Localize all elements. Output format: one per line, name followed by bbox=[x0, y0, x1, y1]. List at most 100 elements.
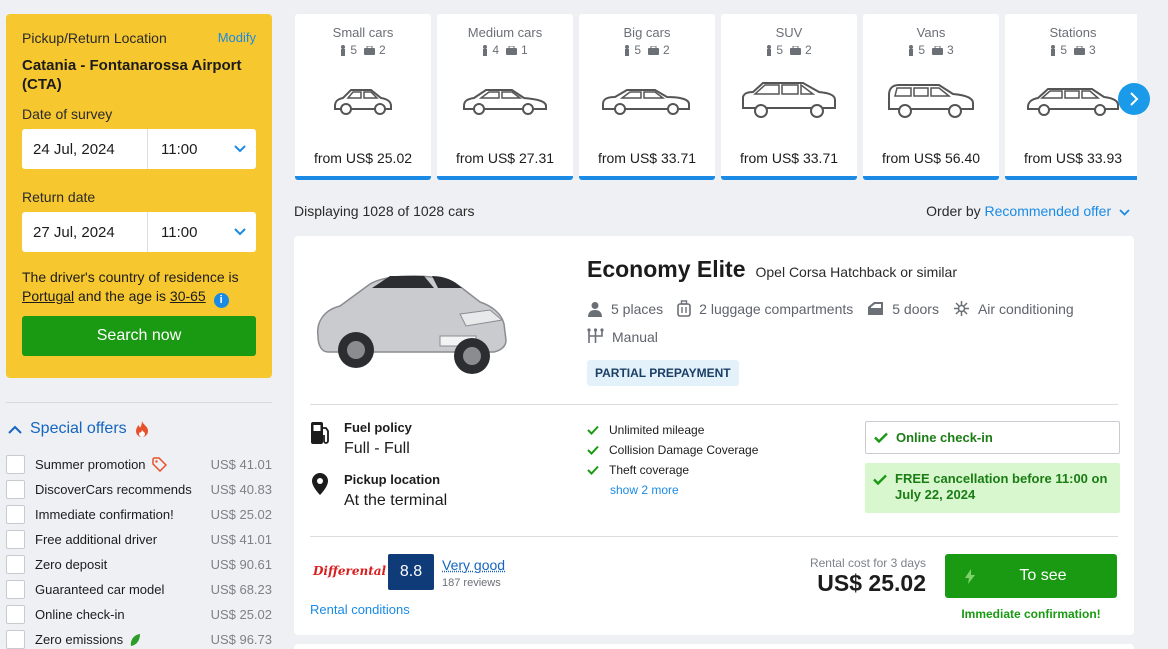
age-link[interactable]: 30-65 bbox=[170, 288, 206, 304]
offer-label: Zero emissions bbox=[35, 632, 123, 647]
offer-price: US$ 68.23 bbox=[211, 582, 272, 597]
rental-conditions-link[interactable]: Rental conditions bbox=[310, 602, 410, 617]
category-name: Vans bbox=[863, 25, 999, 40]
seat-count: 5 bbox=[918, 43, 925, 57]
bag-icon bbox=[506, 46, 517, 55]
bag-count: 3 bbox=[1089, 43, 1096, 57]
car-icon bbox=[579, 75, 715, 125]
category-vans[interactable]: Vans 5 3 from US$ 56.40 bbox=[863, 14, 999, 180]
seat-count: 5 bbox=[350, 43, 357, 57]
offer-discovercars-recommends[interactable]: DiscoverCars recommends US$ 40.83 bbox=[6, 477, 272, 502]
modify-link[interactable]: Modify bbox=[218, 30, 256, 46]
transmission: Manual bbox=[587, 328, 658, 345]
category-price: from US$ 33.71 bbox=[721, 150, 857, 166]
car-icon bbox=[437, 75, 573, 125]
order-value[interactable]: Recommended offer bbox=[985, 203, 1112, 219]
divider bbox=[310, 404, 1118, 405]
location-name: Catania - Fontanarossa Airport (CTA) bbox=[22, 56, 256, 94]
sidebar-divider bbox=[6, 402, 272, 403]
person-icon bbox=[908, 45, 914, 56]
order-by[interactable]: Order by Recommended offer bbox=[926, 203, 1130, 219]
category-price: from US$ 25.02 bbox=[295, 150, 431, 166]
search-now-button[interactable]: Search now bbox=[22, 316, 256, 356]
category-specs: 5 2 bbox=[721, 43, 857, 57]
offer-guaranteed-car-model[interactable]: Guaranteed car model US$ 68.23 bbox=[6, 577, 272, 602]
checkbox[interactable] bbox=[6, 630, 25, 649]
supplier-logo: Differental bbox=[313, 564, 386, 578]
bag-count: 2 bbox=[805, 43, 812, 57]
person-icon bbox=[340, 45, 346, 56]
survey-time-select[interactable]: 11:00 bbox=[148, 141, 256, 158]
category-specs: 5 3 bbox=[863, 43, 999, 57]
seat-count: 5 bbox=[776, 43, 783, 57]
car-icon bbox=[863, 75, 999, 125]
checkbox[interactable] bbox=[6, 505, 25, 524]
places: 5 places bbox=[611, 301, 663, 317]
checkbox[interactable] bbox=[6, 605, 25, 624]
person-icon bbox=[624, 45, 630, 56]
leaf-icon bbox=[129, 633, 141, 647]
feature-item: Unlimited mileage bbox=[587, 420, 758, 440]
offer-zero-deposit[interactable]: Zero deposit US$ 90.61 bbox=[6, 552, 272, 577]
category-name: Medium cars bbox=[437, 25, 573, 40]
offer-online-check-in[interactable]: Online check-in US$ 25.02 bbox=[6, 602, 272, 627]
checkbox[interactable] bbox=[6, 530, 25, 549]
location-label: Pickup/Return Location bbox=[22, 30, 167, 46]
chevron-down-icon bbox=[1119, 209, 1130, 216]
rating-label[interactable]: Very good bbox=[442, 557, 505, 573]
country-link[interactable]: Portugal bbox=[22, 288, 74, 304]
to-see-button[interactable]: To see bbox=[945, 554, 1117, 598]
category-name: Small cars bbox=[295, 25, 431, 40]
offer-label: Guaranteed car model bbox=[35, 582, 164, 597]
checkbox[interactable] bbox=[6, 480, 25, 499]
checkbox[interactable] bbox=[6, 455, 25, 474]
return-date-field[interactable]: 27 Jul, 2024 11:00 bbox=[22, 212, 256, 252]
bag-icon bbox=[932, 46, 943, 55]
carousel-next-button[interactable] bbox=[1118, 83, 1150, 115]
order-label: Order by bbox=[926, 203, 980, 219]
feature-label: Theft coverage bbox=[609, 463, 689, 477]
offer-label: Immediate confirmation! bbox=[35, 507, 174, 522]
return-date-value[interactable]: 27 Jul, 2024 bbox=[22, 212, 148, 252]
return-time-select[interactable]: 11:00 bbox=[148, 224, 256, 241]
fuel-policy-value: Full - Full bbox=[344, 440, 412, 458]
survey-date-value[interactable]: 24 Jul, 2024 bbox=[22, 129, 148, 169]
chevron-right-icon bbox=[1130, 92, 1139, 106]
category-specs: 4 1 bbox=[437, 43, 573, 57]
offer-summer-promotion[interactable]: Summer promotion US$ 41.01 bbox=[6, 452, 272, 477]
category-small-cars[interactable]: Small cars 5 2 from US$ 25.02 bbox=[295, 14, 431, 180]
checkbox[interactable] bbox=[6, 580, 25, 599]
rental-cost-label: Rental cost for 3 days bbox=[810, 556, 926, 570]
survey-date-field[interactable]: 24 Jul, 2024 11:00 bbox=[22, 129, 256, 169]
offer-price: US$ 25.02 bbox=[211, 507, 272, 522]
free-cancellation-badge: FREE cancellation before 11:00 on July 2… bbox=[865, 463, 1120, 513]
offer-zero-emissions[interactable]: Zero emissions US$ 96.73 bbox=[6, 627, 272, 649]
online-checkin-badge: Online check-in bbox=[865, 421, 1120, 454]
review-count: 187 reviews bbox=[442, 577, 505, 589]
info-icon[interactable]: i bbox=[214, 293, 229, 308]
category-price: from US$ 27.31 bbox=[437, 150, 573, 166]
door-icon bbox=[867, 301, 884, 316]
feature-item: Collision Damage Coverage bbox=[587, 440, 758, 460]
fuel-policy-title: Fuel policy bbox=[344, 420, 412, 435]
category-big-cars[interactable]: Big cars 5 2 from US$ 33.71 bbox=[579, 14, 715, 180]
driver-info: The driver's country of residence is Por… bbox=[22, 268, 256, 308]
offer-immediate-confirmation[interactable]: Immediate confirmation! US$ 25.02 bbox=[6, 502, 272, 527]
survey-date-label: Date of survey bbox=[22, 106, 256, 122]
offer-model: Opel Corsa Hatchback or similar bbox=[755, 264, 957, 280]
check-icon bbox=[873, 474, 887, 485]
rating-score: 8.8 bbox=[388, 554, 434, 590]
category-suv[interactable]: SUV 5 2 from US$ 33.71 bbox=[721, 14, 857, 180]
offer-free-additional-driver[interactable]: Free additional driver US$ 41.01 bbox=[6, 527, 272, 552]
checkbox[interactable] bbox=[6, 555, 25, 574]
bag-count: 3 bbox=[947, 43, 954, 57]
show-more-link[interactable]: show 2 more bbox=[587, 480, 758, 500]
person-icon bbox=[766, 45, 772, 56]
location-header: Pickup/Return Location Modify bbox=[22, 30, 256, 46]
check-icon bbox=[587, 465, 599, 475]
person-icon bbox=[1050, 45, 1056, 56]
bag-count: 2 bbox=[663, 43, 670, 57]
category-name: Big cars bbox=[579, 25, 715, 40]
category-medium-cars[interactable]: Medium cars 4 1 from US$ 27.31 bbox=[437, 14, 573, 180]
special-offers-header[interactable]: Special offers bbox=[8, 420, 149, 438]
